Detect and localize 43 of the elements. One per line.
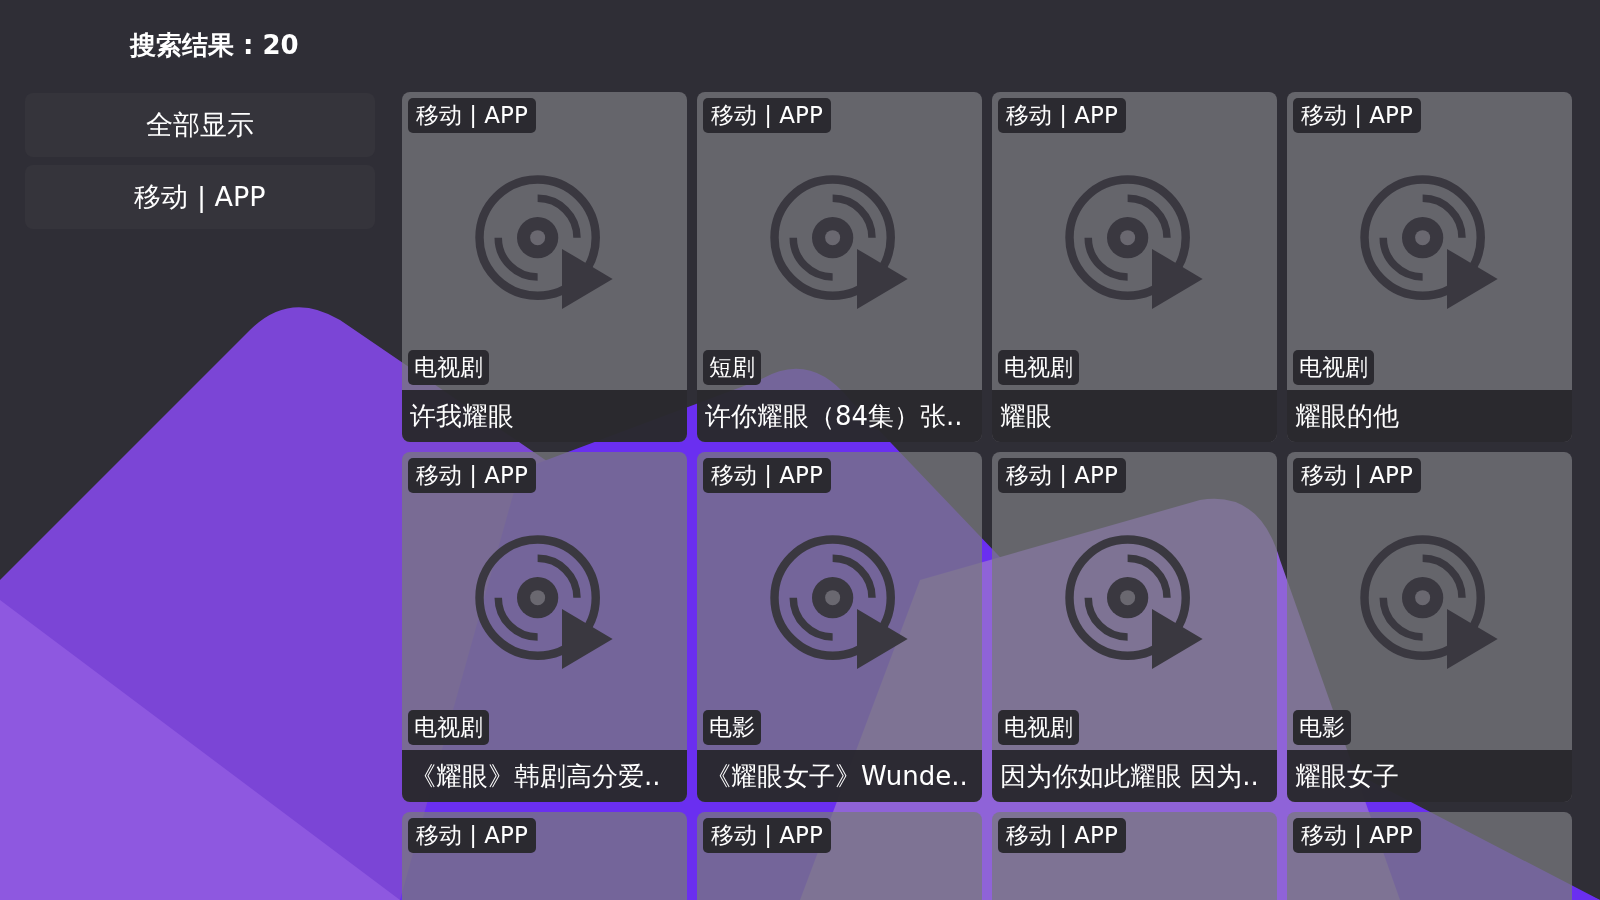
category-tag: 电视剧 [998,710,1079,745]
source-tag: 移动 | APP [1293,458,1421,493]
result-card[interactable]: 移动 | APP [1287,812,1572,900]
result-card[interactable]: 移动 | APP [992,812,1277,900]
source-tag: 移动 | APP [408,458,536,493]
category-tag: 电影 [703,710,761,745]
filter-button[interactable]: 全部显示 [25,93,375,157]
filter-button[interactable]: 移动 | APP [25,165,375,229]
result-card[interactable]: 移动 | APP 电影 《耀眼女子》Wunde.. [697,452,982,802]
result-title: 《耀眼》韩剧高分爱.. [402,750,687,802]
result-title: 因为你如此耀眼 因为.. [992,750,1277,802]
source-tag: 移动 | APP [408,818,536,853]
result-title: 耀眼女子 [1287,750,1572,802]
category-tag: 电视剧 [1293,350,1374,385]
category-tag: 电视剧 [408,710,489,745]
results-count: 搜索结果 : 20 [130,29,300,62]
result-card[interactable]: 移动 | APP 电视剧 《耀眼》韩剧高分爱.. [402,452,687,802]
result-title: 许你耀眼（84集）张.. [697,390,982,442]
source-tag: 移动 | APP [1293,98,1421,133]
source-tag: 移动 | APP [1293,818,1421,853]
source-tag: 移动 | APP [703,98,831,133]
result-card[interactable]: 移动 | APP 电视剧 因为你如此耀眼 因为.. [992,452,1277,802]
result-title: 耀眼的他 [1287,390,1572,442]
result-card[interactable]: 移动 | APP 电视剧 耀眼的他 [1287,92,1572,442]
result-title: 许我耀眼 [402,390,687,442]
result-card[interactable]: 移动 | APP 电视剧 许我耀眼 [402,92,687,442]
source-tag: 移动 | APP [998,98,1126,133]
source-tag: 移动 | APP [998,818,1126,853]
category-tag: 电视剧 [998,350,1079,385]
result-card[interactable]: 移动 | APP 电影 耀眼女子 [1287,452,1572,802]
source-tag: 移动 | APP [703,818,831,853]
result-card[interactable]: 移动 | APP [697,812,982,900]
result-title: 耀眼 [992,390,1277,442]
category-tag: 电视剧 [408,350,489,385]
source-tag: 移动 | APP [408,98,536,133]
result-card[interactable]: 移动 | APP 电视剧 耀眼 [992,92,1277,442]
source-tag: 移动 | APP [703,458,831,493]
source-tag: 移动 | APP [998,458,1126,493]
result-card[interactable]: 移动 | APP [402,812,687,900]
category-tag: 短剧 [703,350,761,385]
category-tag: 电影 [1293,710,1351,745]
result-card[interactable]: 移动 | APP 短剧 许你耀眼（84集）张.. [697,92,982,442]
result-title: 《耀眼女子》Wunde.. [697,750,982,802]
